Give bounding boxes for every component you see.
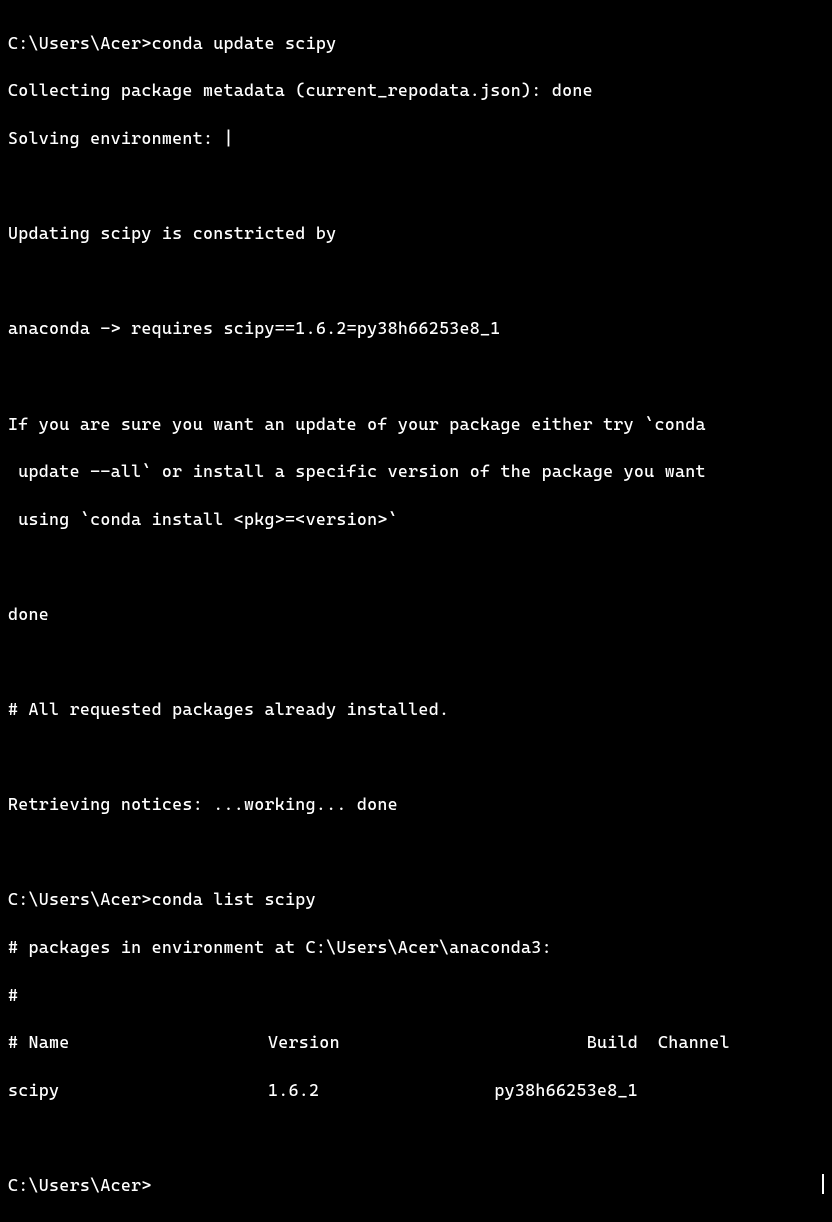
output-line: using `conda install <pkg>=<version>` <box>8 508 824 532</box>
pkg-channel <box>658 1079 824 1103</box>
output-line: Retrieving notices: ...working... done <box>8 793 824 817</box>
output-line: Collecting package metadata (current_rep… <box>8 79 824 103</box>
output-line: update --all` or install a specific vers… <box>8 460 824 484</box>
prompt: C:\Users\Acer> <box>8 888 152 912</box>
output-blank <box>8 270 824 294</box>
output-blank <box>8 175 824 199</box>
prompt: C:\Users\Acer> <box>8 32 152 56</box>
output-line: # packages in environment at C:\Users\Ac… <box>8 936 824 960</box>
command-input: conda list scipy <box>152 888 316 912</box>
output-line: done <box>8 603 824 627</box>
output-blank <box>8 365 824 389</box>
col-header-channel: Channel <box>658 1031 824 1055</box>
pkg-build: py38h66253e8_1 <box>458 1079 658 1103</box>
col-header-name: # Name <box>8 1031 268 1055</box>
col-header-build: Build <box>458 1031 658 1055</box>
output-blank <box>8 1126 824 1150</box>
output-blank <box>8 651 824 675</box>
output-blank <box>8 746 824 770</box>
terminal-output[interactable]: C:\Users\Acer>conda update scipy Collect… <box>8 8 824 1222</box>
cursor-icon <box>822 1174 824 1194</box>
output-line: # All requested packages already install… <box>8 698 824 722</box>
output-line: If you are sure you want an update of yo… <box>8 413 824 437</box>
col-header-version: Version <box>268 1031 458 1055</box>
output-line: Updating scipy is constricted by <box>8 222 824 246</box>
output-blank <box>8 841 824 865</box>
prompt: C:\Users\Acer> <box>8 1174 152 1198</box>
table-row: scipy1.6.2py38h66253e8_1 <box>8 1079 824 1103</box>
command-input: conda update scipy <box>152 32 337 56</box>
output-blank <box>8 555 824 579</box>
output-line: # <box>8 984 824 1008</box>
table-header: # NameVersionBuildChannel <box>8 1031 824 1055</box>
command-input-active[interactable] <box>152 1174 822 1198</box>
pkg-version: 1.6.2 <box>268 1079 458 1103</box>
pkg-name: scipy <box>8 1079 268 1103</box>
output-line: anaconda -> requires scipy==1.6.2=py38h6… <box>8 317 824 341</box>
output-line: Solving environment: | <box>8 127 824 151</box>
